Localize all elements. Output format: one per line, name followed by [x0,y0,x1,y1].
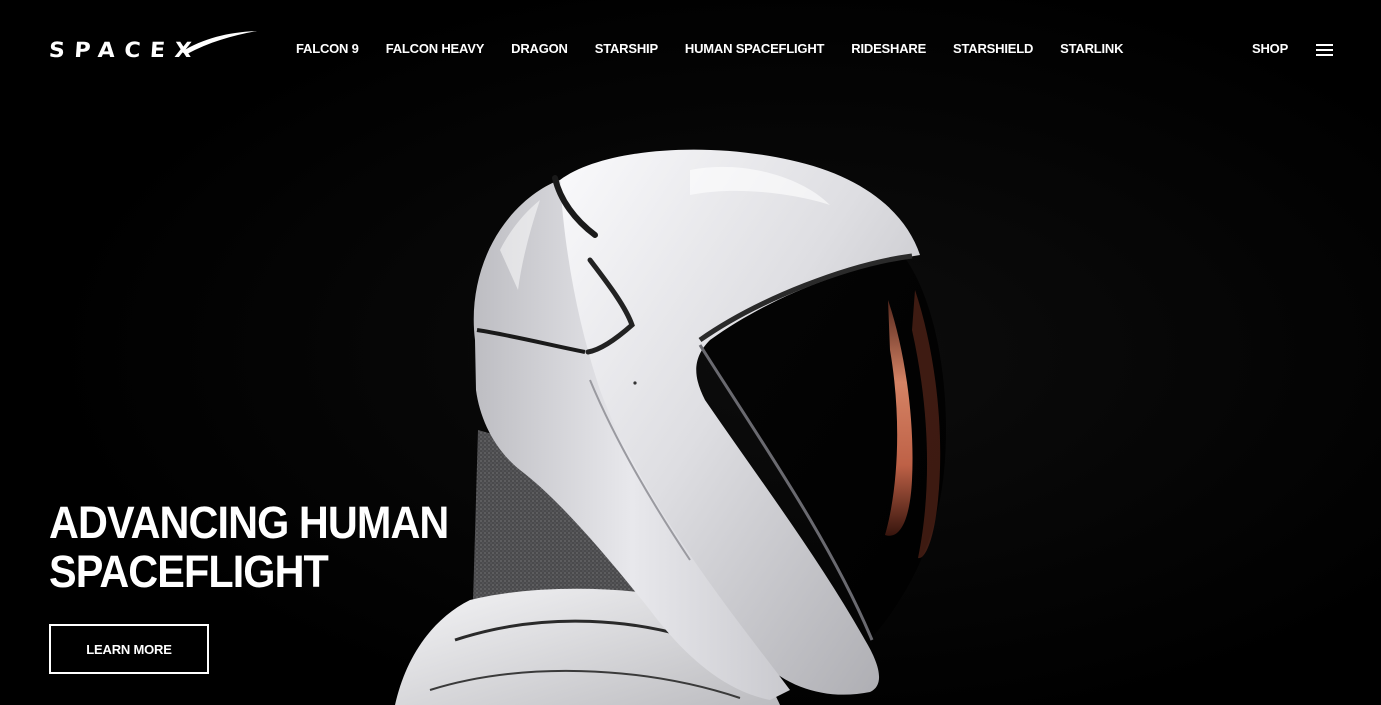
nav-item-starshield[interactable]: STARSHIELD [953,41,1033,57]
menu-icon-bar [1316,54,1333,56]
page: SPACEX FALCON 9 FALCON HEAVY DRAGON STAR… [0,0,1381,705]
nav-item-starship[interactable]: STARSHIP [595,41,658,57]
spacex-logo[interactable]: SPACEX [48,30,259,62]
hero-title-line-2: SPACEFLIGHT [49,546,329,597]
nav-item-dragon[interactable]: DRAGON [511,41,568,57]
nav-right: SHOP [1252,41,1333,57]
hero-title-line-1: ADVANCING HUMAN [49,497,449,548]
nav-item-rideshare[interactable]: RIDESHARE [851,41,926,57]
main-nav: FALCON 9 FALCON HEAVY DRAGON STARSHIP HU… [296,41,1150,57]
site-header: SPACEX FALCON 9 FALCON HEAVY DRAGON STAR… [0,0,1381,98]
menu-icon-bar [1316,49,1333,51]
nav-item-falcon-heavy[interactable]: FALCON HEAVY [386,41,485,57]
hamburger-menu-icon[interactable] [1316,44,1333,56]
nav-item-falcon-9[interactable]: FALCON 9 [296,41,359,57]
learn-more-button[interactable]: LEARN MORE [49,624,209,674]
nav-item-starlink[interactable]: STARLINK [1060,41,1123,57]
hero-title: ADVANCING HUMAN SPACEFLIGHT [49,498,491,596]
hero-helmet-image [0,0,1381,705]
shop-link[interactable]: SHOP [1252,41,1288,57]
menu-icon-bar [1316,44,1333,46]
nav-item-human-spaceflight[interactable]: HUMAN SPACEFLIGHT [685,41,825,57]
logo-swoosh-icon [181,31,257,54]
